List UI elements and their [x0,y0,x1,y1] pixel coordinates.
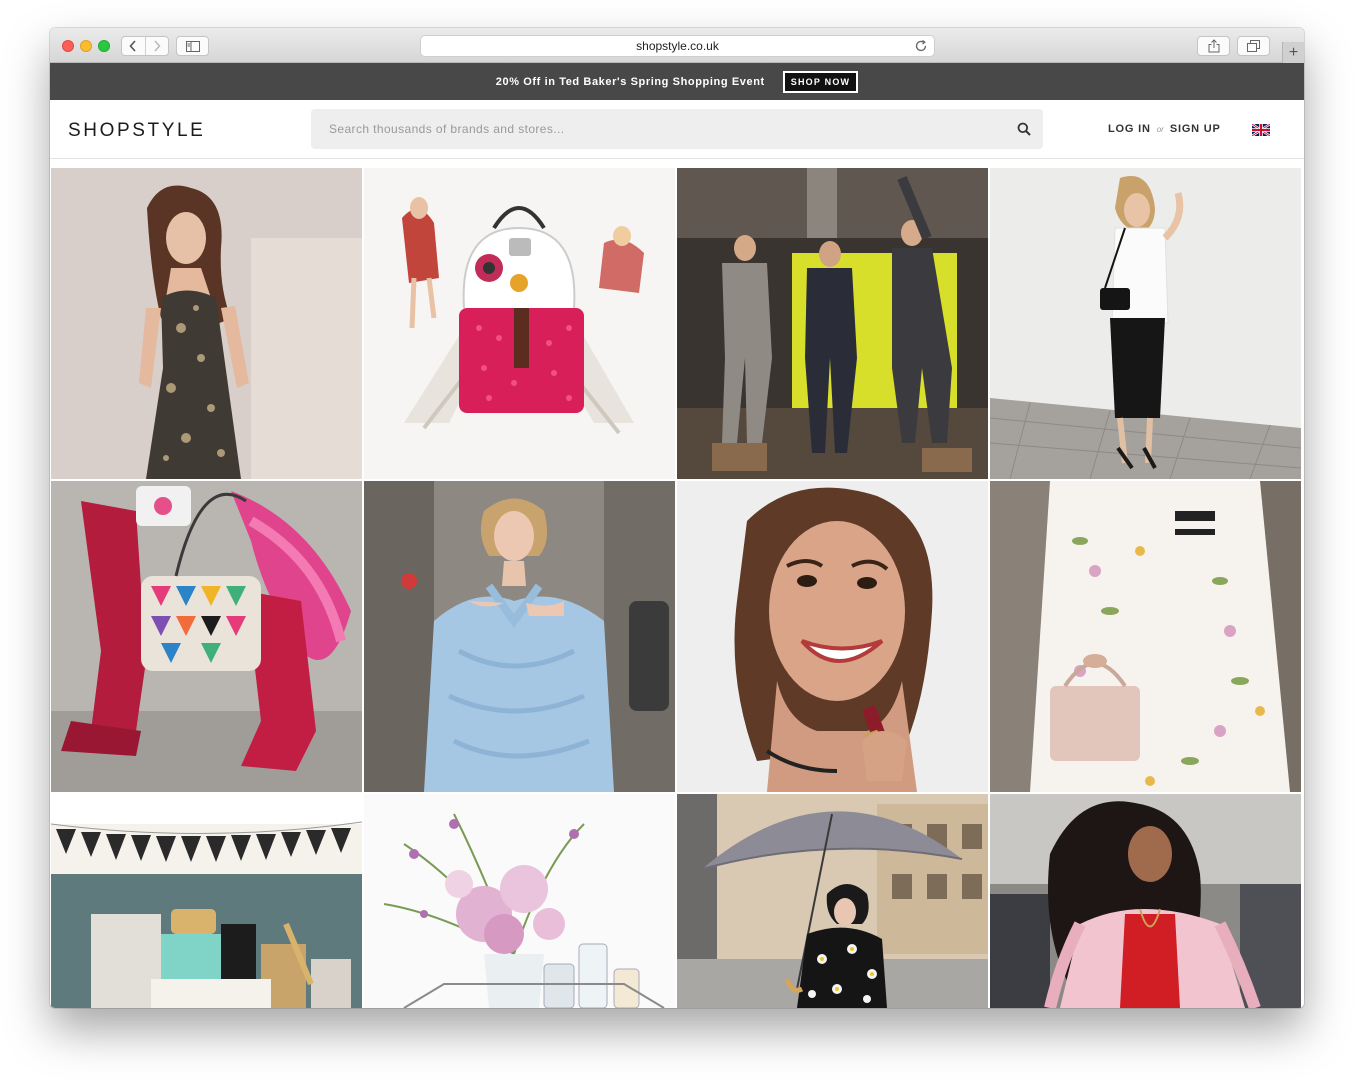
blue-ruffle-top-photo[interactable] [364,481,675,792]
chevron-right-icon [154,40,161,52]
tile-image [51,168,362,479]
tile-image [990,168,1301,479]
forward-button[interactable] [144,37,169,55]
pink-boots-patterned-bag-photo[interactable] [51,481,362,792]
new-tab-button[interactable]: + [1282,42,1304,63]
sidebar-toggle-button[interactable] [176,36,209,56]
login-link[interactable]: LOG IN [1108,123,1151,135]
browser-window: shopstyle.co.uk + 20% Off in Ted Baker's… [50,28,1304,1008]
tile-image [990,481,1301,792]
tile-image [364,481,675,792]
tile-image [677,794,988,1008]
minimize-window-button[interactable] [80,40,92,52]
close-window-button[interactable] [62,40,74,52]
tile-image [364,794,675,1008]
photo-grid [51,168,1303,1008]
search-input[interactable] [311,109,1001,149]
tile-image [364,168,675,479]
search-bar [311,109,1043,149]
smiling-woman-lipstick-photo[interactable] [677,481,988,792]
zoom-window-button[interactable] [98,40,110,52]
tab-overview-icon [1247,40,1260,52]
pink-fur-coat-photo[interactable] [990,794,1301,1008]
search-icon[interactable] [1017,122,1031,136]
tab-overview-button[interactable] [1237,36,1270,56]
plus-icon: + [1288,43,1299,61]
sidebar-icon [185,40,200,52]
shopstyle-logo[interactable]: SHOPSTYLE [68,120,205,142]
pink-studded-handbag-illustration-photo[interactable] [364,168,675,479]
tile-image [51,481,362,792]
tile-image [990,794,1301,1008]
address-bar[interactable]: shopstyle.co.uk [420,35,935,57]
back-button[interactable] [122,37,145,55]
share-icon [1208,39,1219,53]
peony-bouquet-perfume-photo[interactable] [364,794,675,1008]
gift-boxes-bunting-photo[interactable] [51,794,362,1008]
tile-image [677,168,988,479]
promo-text: 20% Off in Ted Baker's Spring Shopping E… [495,75,765,88]
uk-flag-icon[interactable] [1252,124,1270,136]
history-nav [121,36,169,56]
three-men-in-suits-photo[interactable] [677,168,988,479]
reload-icon[interactable] [914,39,928,53]
white-top-black-culottes-photo[interactable] [990,168,1301,479]
floral-kimono-tote-photo[interactable] [990,481,1301,792]
site-header: SHOPSTYLE LOG IN or SIGN UP [50,100,1304,159]
floral-dress-model-photo[interactable] [51,168,362,479]
chevron-left-icon [129,40,136,52]
auth-links: LOG IN or SIGN UP [1108,123,1221,135]
promo-banner: 20% Off in Ted Baker's Spring Shopping E… [50,63,1304,100]
address-url: shopstyle.co.uk [636,39,719,53]
or-separator: or [1156,124,1164,134]
share-button[interactable] [1197,36,1230,56]
signup-link[interactable]: SIGN UP [1170,123,1221,135]
browser-toolbar: shopstyle.co.uk + [50,28,1304,63]
shop-now-button[interactable]: SHOP NOW [781,69,860,94]
tile-image [677,481,988,792]
tile-image [51,794,362,1008]
woman-with-umbrella-photo[interactable] [677,794,988,1008]
